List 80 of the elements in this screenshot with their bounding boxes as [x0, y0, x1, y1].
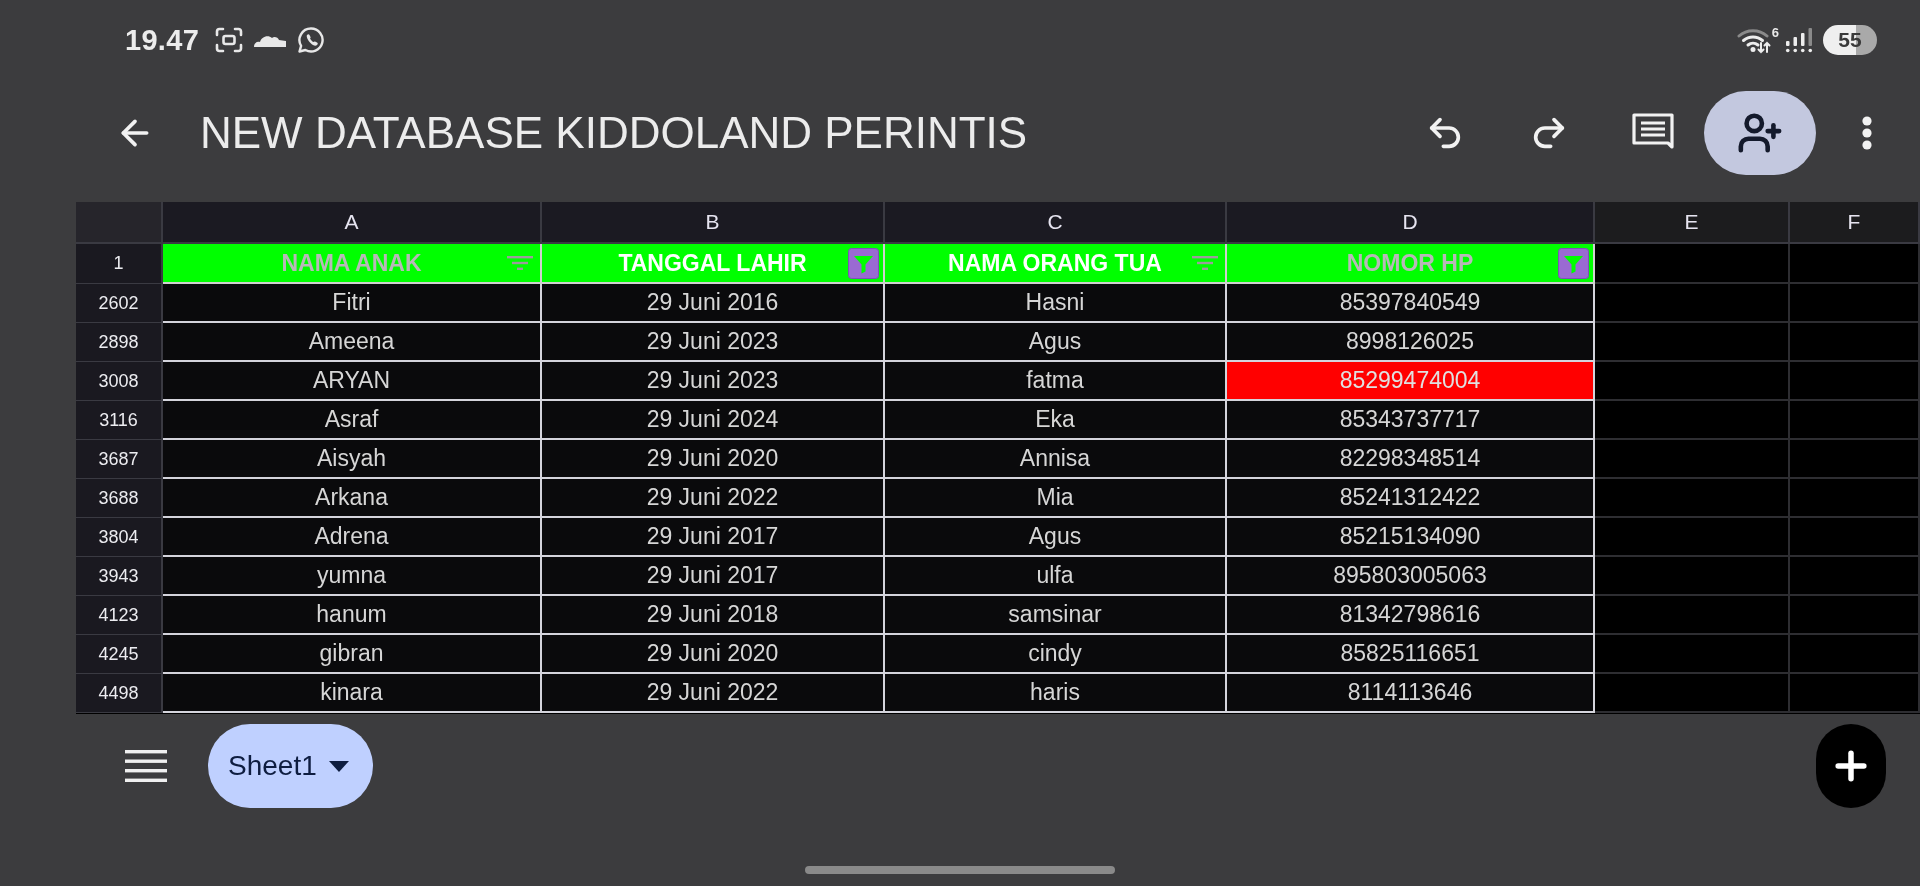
column-header[interactable]: C	[885, 202, 1227, 244]
table-cell: 29 Juni 2023	[542, 323, 885, 362]
table-cell: kinara	[163, 674, 542, 713]
table-cell: 85299474004	[1227, 362, 1595, 401]
sheet-tab[interactable]: Sheet1	[208, 724, 373, 808]
battery-level: 55	[1823, 25, 1877, 55]
table-cell: 29 Juni 2018	[542, 596, 885, 635]
table-cell: Ameena	[163, 323, 542, 362]
table-cell: 85241312422	[1227, 479, 1595, 518]
table-cell: 85343737717	[1227, 401, 1595, 440]
table-cell: Eka	[885, 401, 1227, 440]
table-cell: yumna	[163, 557, 542, 596]
chat-phone-icon	[297, 26, 326, 54]
column-header[interactable]: B	[542, 202, 885, 244]
table-cell: Fitri	[163, 284, 542, 323]
row-number[interactable]: 4498	[76, 674, 163, 713]
column-header[interactable]: F	[1790, 202, 1920, 244]
table-cell: 29 Juni 2020	[542, 635, 885, 674]
table-cell: Mia	[885, 479, 1227, 518]
table-cell: 29 Juni 2024	[542, 401, 885, 440]
wifi-generation-label: 6	[1771, 25, 1779, 40]
table-cell: fatma	[885, 362, 1227, 401]
column-header[interactable]: A	[163, 202, 542, 244]
table-cell: Agus	[885, 518, 1227, 557]
caret-icon	[328, 760, 349, 772]
column-title: NOMOR HP	[1346, 249, 1474, 277]
table-cell: Aisyah	[163, 440, 542, 479]
table-cell: 29 Juni 2020	[542, 440, 885, 479]
table-cell: Annisa	[885, 440, 1227, 479]
more-vertical-icon	[1862, 116, 1872, 150]
row-number[interactable]: 1	[76, 244, 163, 284]
table-cell: samsinar	[885, 596, 1227, 635]
table-cell: 8114113646	[1227, 674, 1595, 713]
table-cell: 895803005063	[1227, 557, 1595, 596]
status-time: 19.47	[125, 23, 200, 57]
table-cell: 29 Juni 2023	[542, 362, 885, 401]
table-cell: 29 Juni 2022	[542, 479, 885, 518]
table-cell: haris	[885, 674, 1227, 713]
table-cell: Arkana	[163, 479, 542, 518]
column-title: NAMA ANAK	[281, 249, 422, 277]
row-number[interactable]: 4245	[76, 635, 163, 674]
funnel-filter-icon[interactable]	[1557, 247, 1589, 279]
table-cell: 82298348514	[1227, 440, 1595, 479]
table-cell: 8998126025	[1227, 323, 1595, 362]
column-title: NAMA ORANG TUA	[948, 249, 1162, 277]
table-cell: ARYAN	[163, 362, 542, 401]
row-number[interactable]: 2602	[76, 284, 163, 323]
table-cell: 85397840549	[1227, 284, 1595, 323]
row-number[interactable]: 3116	[76, 401, 163, 440]
table-cell: gibran	[163, 635, 542, 674]
row-number[interactable]: 3008	[76, 362, 163, 401]
menu-icon	[125, 750, 167, 782]
table-cell: 85825116651	[1227, 635, 1595, 674]
column-header[interactable]: E	[1595, 202, 1790, 244]
table-cell: Adrena	[163, 518, 542, 557]
table-cell: Hasni	[885, 284, 1227, 323]
row-number[interactable]: 3804	[76, 518, 163, 557]
table-cell: 29 Juni 2017	[542, 557, 885, 596]
table-cell: cindy	[885, 635, 1227, 674]
row-number[interactable]: 3688	[76, 479, 163, 518]
wifi-icon	[1736, 26, 1771, 54]
table-cell: hanum	[163, 596, 542, 635]
column-title: TANGGAL LAHIR	[618, 249, 807, 277]
table-cell: 85215134090	[1227, 518, 1595, 557]
table-cell: ulfa	[885, 557, 1227, 596]
row-number[interactable]: 4123	[76, 596, 163, 635]
column-header[interactable]: D	[1227, 202, 1595, 244]
funnel-filter-icon[interactable]	[847, 247, 879, 279]
signal-icon	[1785, 27, 1815, 53]
table-cell: Asraf	[163, 401, 542, 440]
row-number[interactable]: 2898	[76, 323, 163, 362]
screen-record-icon	[215, 27, 244, 53]
table-cell: 29 Juni 2016	[542, 284, 885, 323]
row-number[interactable]: 3943	[76, 557, 163, 596]
table-cell: 29 Juni 2017	[542, 518, 885, 557]
table-cell: Agus	[885, 323, 1227, 362]
table-cell: 29 Juni 2022	[542, 674, 885, 713]
table-cell: 81342798616	[1227, 596, 1595, 635]
row-number[interactable]: 3687	[76, 440, 163, 479]
document-title: NEW DATABASE KIDDOLAND PERINTIS	[200, 108, 1029, 158]
